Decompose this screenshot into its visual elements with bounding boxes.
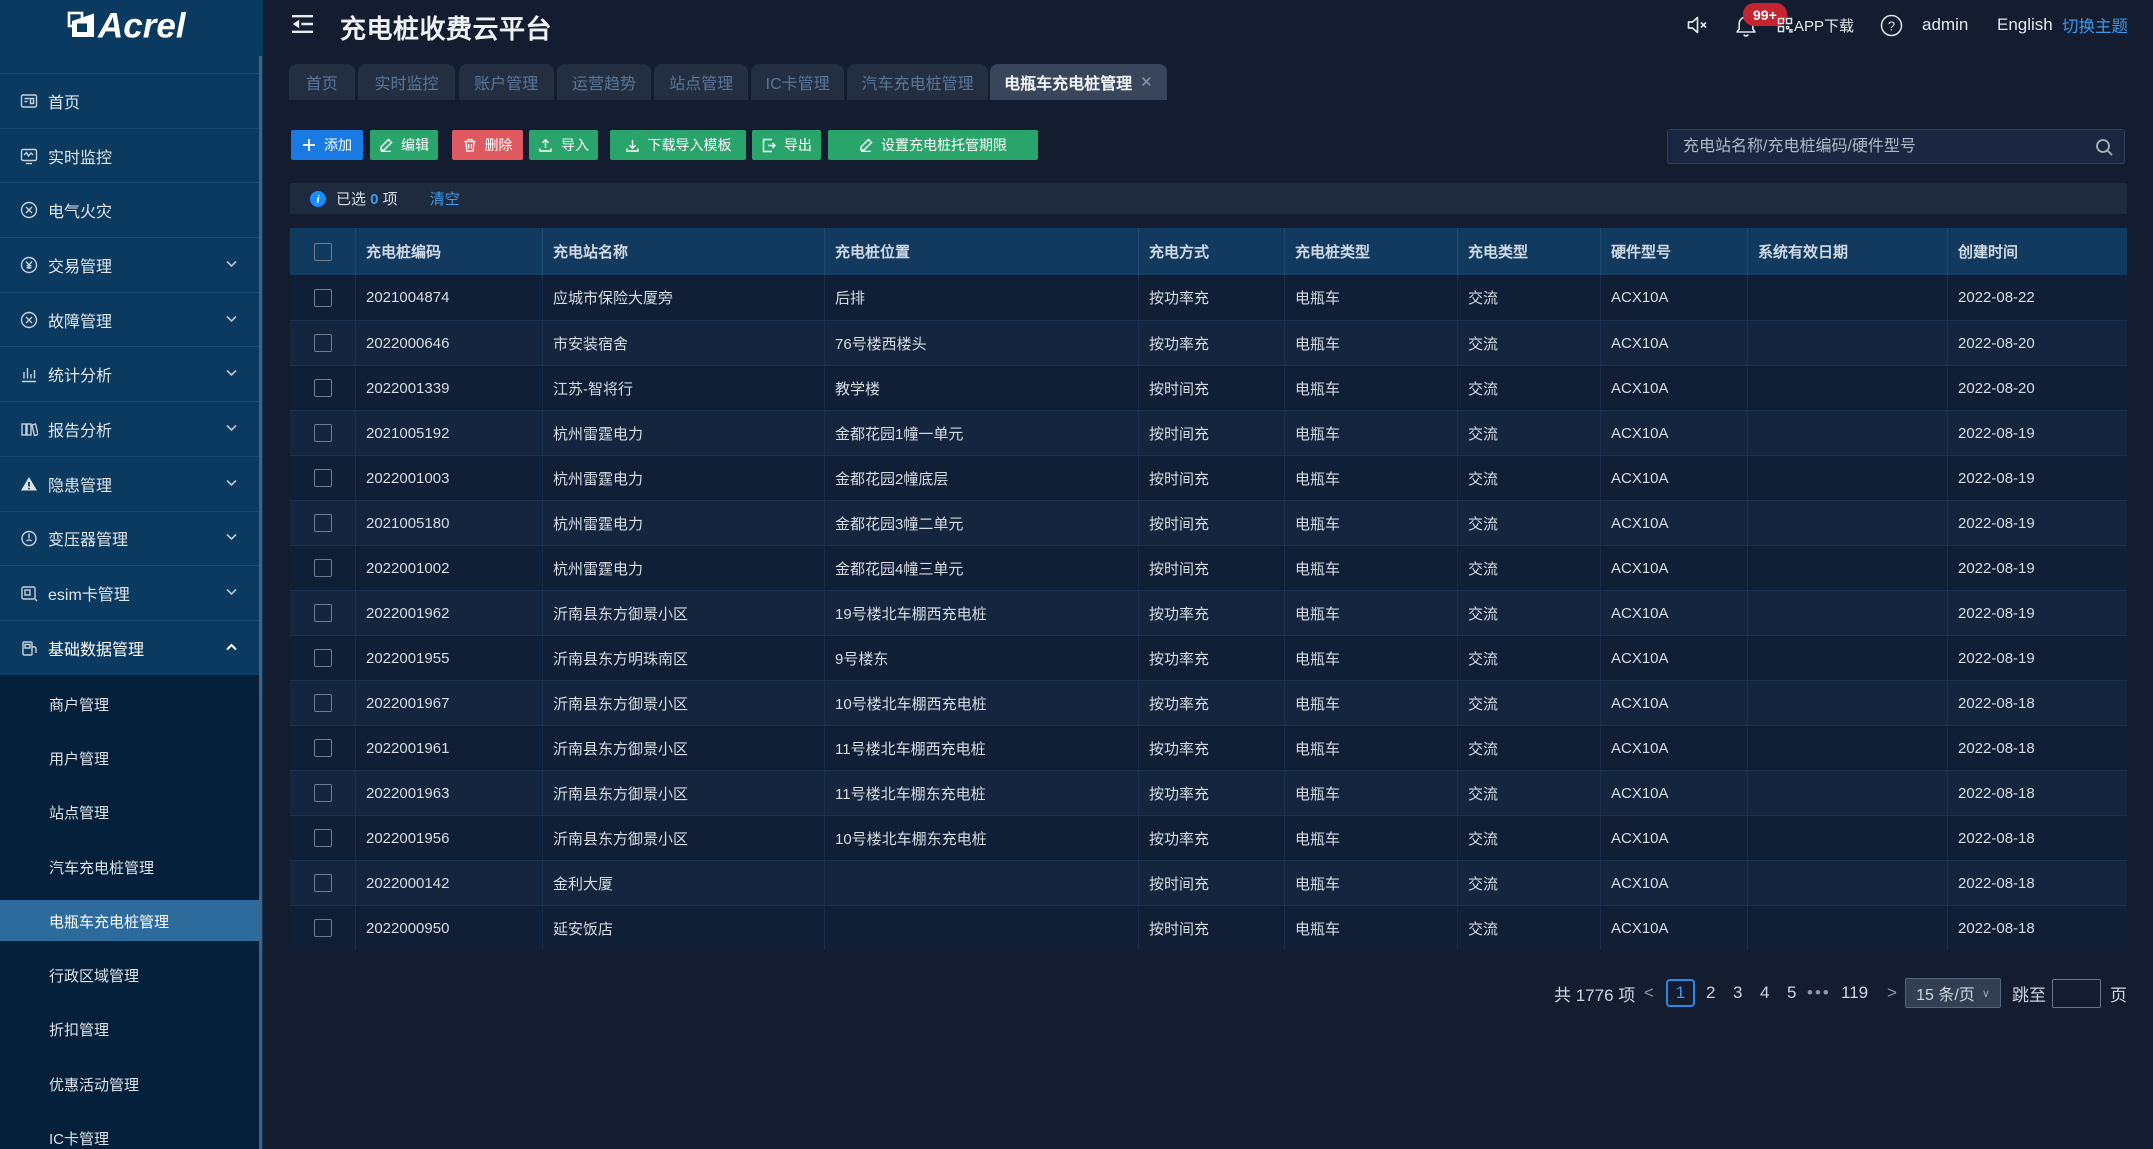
svg-text:Acrel: Acrel: [97, 7, 187, 46]
svg-text:?: ?: [1888, 18, 1895, 33]
